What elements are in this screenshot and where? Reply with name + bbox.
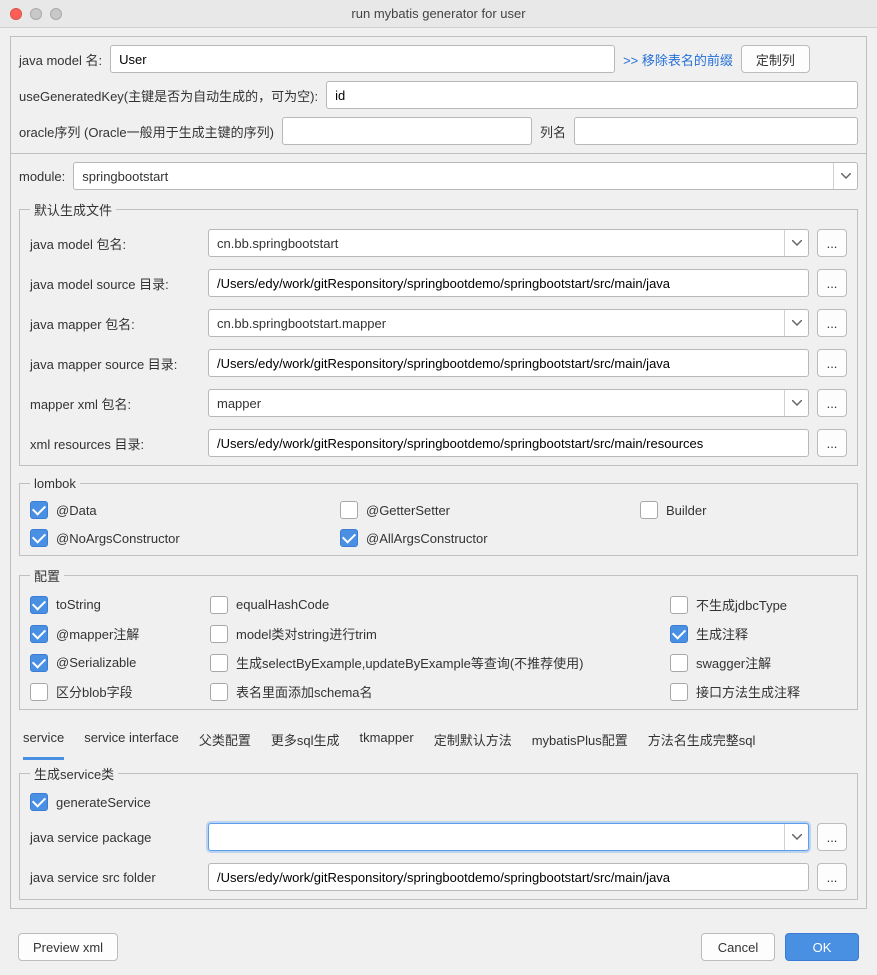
chevron-down-icon (784, 824, 808, 850)
column-name-label: 列名 (540, 122, 566, 141)
schema-checkbox[interactable] (210, 683, 228, 701)
oracle-seq-label: oracle序列 (Oracle一般用于生成主键的序列) (19, 122, 274, 141)
java-model-name-label: java model 名: (19, 50, 102, 69)
use-generated-key-input[interactable] (326, 81, 858, 109)
ok-button[interactable]: OK (785, 933, 859, 961)
tostring-checkbox[interactable] (30, 596, 48, 614)
dialog-footer: Preview xml Cancel OK (0, 919, 877, 975)
service-src-label: java service src folder (30, 870, 200, 885)
serializable-checkbox[interactable] (30, 654, 48, 672)
minimize-icon[interactable] (30, 8, 42, 20)
service-src-input[interactable] (208, 863, 809, 891)
lombok-data-checkbox[interactable] (30, 501, 48, 519)
content-panel: module: springbootstart 默认生成文件 java mode… (10, 154, 867, 909)
close-icon[interactable] (10, 8, 22, 20)
select-by-example-checkbox[interactable] (210, 654, 228, 672)
tab-custom-default[interactable]: 定制默认方法 (434, 724, 512, 760)
module-label: module: (19, 169, 65, 184)
window-title: run mybatis generator for user (0, 6, 877, 21)
java-mapper-pkg-browse-button[interactable]: ... (817, 309, 847, 337)
mapper-xml-pkg-browse-button[interactable]: ... (817, 389, 847, 417)
module-combo[interactable]: springbootstart (73, 162, 858, 190)
java-mapper-pkg-combo[interactable]: cn.bb.springbootstart.mapper (208, 309, 809, 337)
use-generated-key-label: useGeneratedKey(主键是否为自动生成的，可为空): (19, 86, 318, 105)
chevron-down-icon (784, 310, 808, 336)
java-model-pkg-browse-button[interactable]: ... (817, 229, 847, 257)
preview-xml-button[interactable]: Preview xml (18, 933, 118, 961)
maximize-icon[interactable] (50, 8, 62, 20)
java-model-src-browse-button[interactable]: ... (817, 269, 847, 297)
java-model-pkg-combo[interactable]: cn.bb.springbootstart (208, 229, 809, 257)
chevron-down-icon (784, 390, 808, 416)
java-model-src-input[interactable] (208, 269, 809, 297)
service-pkg-browse-button[interactable]: ... (817, 823, 847, 851)
java-mapper-src-browse-button[interactable]: ... (817, 349, 847, 377)
iface-comment-checkbox[interactable] (670, 683, 688, 701)
java-mapper-src-label: java mapper source 目录: (30, 354, 200, 373)
cancel-button[interactable]: Cancel (701, 933, 775, 961)
lombok-allargs-checkbox[interactable] (340, 529, 358, 547)
mapper-xml-pkg-combo[interactable]: mapper (208, 389, 809, 417)
java-mapper-pkg-label: java mapper 包名: (30, 314, 200, 333)
service-src-browse-button[interactable]: ... (817, 863, 847, 891)
java-model-src-label: java model source 目录: (30, 274, 200, 293)
xml-res-input[interactable] (208, 429, 809, 457)
service-legend: 生成service类 (30, 764, 118, 783)
tab-tkmapper[interactable]: tkmapper (359, 724, 413, 760)
config-fieldset: 配置 toString equalHashCode 不生成jdbcType @m… (19, 566, 858, 710)
model-trim-checkbox[interactable] (210, 625, 228, 643)
equalhashcode-checkbox[interactable] (210, 596, 228, 614)
lombok-builder-checkbox[interactable] (640, 501, 658, 519)
custom-column-button[interactable]: 定制列 (741, 45, 810, 73)
service-fieldset: 生成service类 generateService java service … (19, 764, 858, 900)
java-model-pkg-label: java model 包名: (30, 234, 200, 253)
default-gen-fieldset: 默认生成文件 java model 包名: cn.bb.springbootst… (19, 200, 858, 466)
service-pkg-combo[interactable] (208, 823, 809, 851)
lombok-getset-checkbox[interactable] (340, 501, 358, 519)
tab-mybatis-plus[interactable]: mybatisPlus配置 (532, 724, 628, 760)
xml-res-label: xml resources 目录: (30, 434, 200, 453)
service-pkg-label: java service package (30, 830, 200, 845)
tabs: service service interface 父类配置 更多sql生成 t… (19, 724, 858, 760)
mapper-xml-pkg-label: mapper xml 包名: (30, 394, 200, 413)
oracle-seq-input[interactable] (282, 117, 532, 145)
java-model-name-input[interactable] (110, 45, 615, 73)
column-name-input[interactable] (574, 117, 858, 145)
tab-parent-config[interactable]: 父类配置 (199, 724, 251, 760)
gen-comment-checkbox[interactable] (670, 625, 688, 643)
lombok-legend: lombok (30, 476, 80, 491)
tab-method-full-sql[interactable]: 方法名生成完整sql (648, 724, 756, 760)
tab-more-sql[interactable]: 更多sql生成 (271, 724, 340, 760)
lombok-noargs-checkbox[interactable] (30, 529, 48, 547)
nojdbctype-checkbox[interactable] (670, 596, 688, 614)
java-mapper-src-input[interactable] (208, 349, 809, 377)
config-legend: 配置 (30, 566, 64, 585)
generate-service-checkbox[interactable] (30, 793, 48, 811)
xml-res-browse-button[interactable]: ... (817, 429, 847, 457)
remove-prefix-link[interactable]: >> 移除表名的前缀 (623, 50, 733, 69)
tab-service[interactable]: service (23, 724, 64, 760)
chevron-down-icon (833, 163, 857, 189)
swagger-checkbox[interactable] (670, 654, 688, 672)
main-panel: java model 名: >> 移除表名的前缀 定制列 useGenerate… (10, 36, 867, 154)
chevron-down-icon (784, 230, 808, 256)
module-combo-value: springbootstart (82, 169, 168, 184)
blob-checkbox[interactable] (30, 683, 48, 701)
window-controls (0, 8, 62, 20)
lombok-fieldset: lombok @Data @GetterSetter Builder @NoAr… (19, 476, 858, 556)
tab-service-interface[interactable]: service interface (84, 724, 179, 760)
titlebar: run mybatis generator for user (0, 0, 877, 28)
default-gen-legend: 默认生成文件 (30, 200, 116, 219)
mapper-anno-checkbox[interactable] (30, 625, 48, 643)
